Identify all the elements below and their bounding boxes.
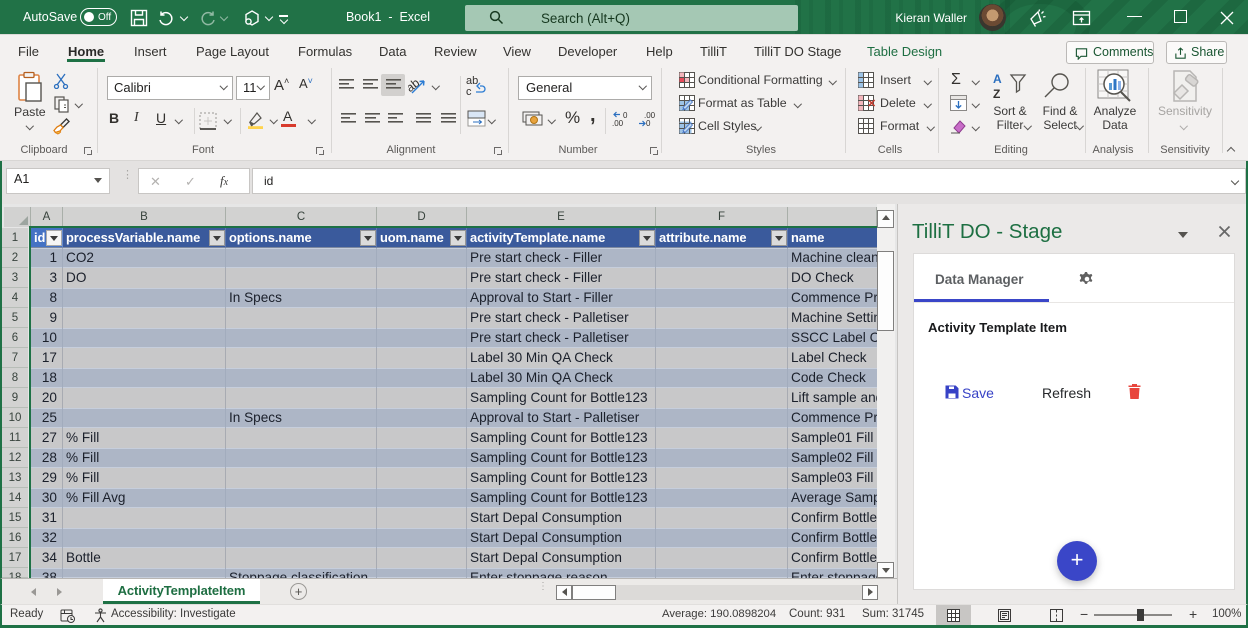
svg-text:A: A [993,72,1002,86]
svg-text:0: 0 [646,119,651,128]
svg-text:.00: .00 [612,119,624,128]
svg-text:0: 0 [623,111,628,120]
svg-text:c: c [466,86,472,96]
svg-text:Z: Z [993,87,1000,101]
